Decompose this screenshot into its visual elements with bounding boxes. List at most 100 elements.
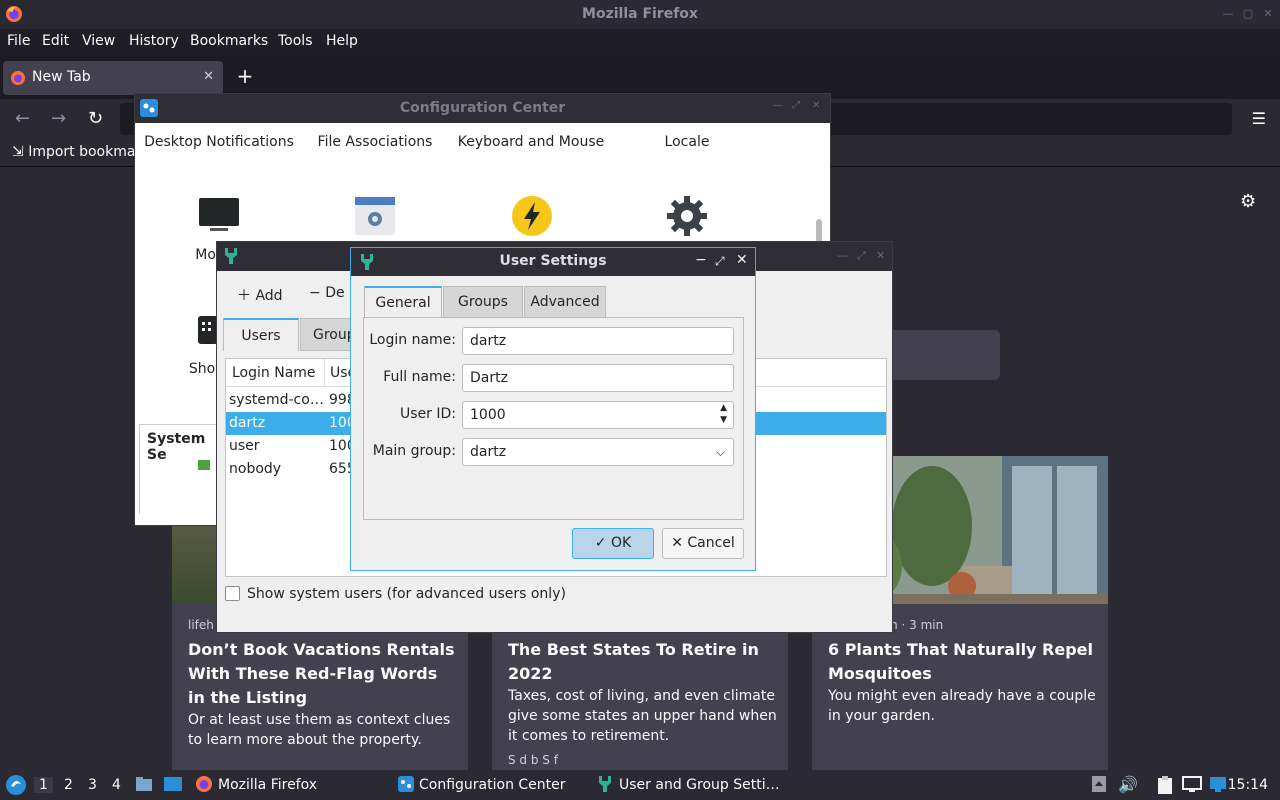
cc-section-label: System Se — [147, 431, 206, 463]
delete-user-button[interactable]: − De — [309, 285, 345, 301]
ug-minimize-icon[interactable]: — — [837, 249, 848, 262]
full-name-field[interactable]: Dartz — [462, 364, 734, 392]
ok-button[interactable]: ✓ OK — [572, 528, 654, 559]
tab-groups[interactable]: Groups — [443, 286, 523, 318]
user-settings-dialog: User Settings − ⤢ ✕ General Groups Advan… — [350, 247, 756, 571]
clipboard-icon[interactable] — [1156, 775, 1174, 795]
story-description: You might even already have a couple in … — [828, 688, 1096, 724]
cc-section-icon — [198, 460, 210, 470]
file-associations-icon[interactable] — [354, 196, 396, 236]
story-title: 6 Plants That Naturally Repel Mosquitoes — [828, 640, 1094, 683]
workspace-2[interactable]: 2 — [64, 777, 73, 793]
task-user-group-settings[interactable]: User and Group Setti… — [619, 777, 780, 793]
menu-history[interactable]: History — [129, 33, 179, 49]
cc-item-locale[interactable]: Locale — [609, 134, 765, 151]
taskbar: 1 2 3 4 Mozilla Firefox Configuration Ce… — [0, 770, 1280, 800]
checkbox-box[interactable] — [225, 586, 240, 601]
ug-maximize-icon[interactable]: ⤢ — [857, 249, 866, 263]
cancel-button[interactable]: ✕ Cancel — [662, 528, 744, 559]
show-desktop-icon[interactable] — [163, 775, 183, 793]
firefox-tab-icon — [11, 71, 25, 85]
user-settings-app-icon — [225, 248, 237, 264]
maximize-icon[interactable]: ▢ — [1241, 7, 1255, 21]
import-bookmarks-link[interactable]: ⇲ Import bookma — [12, 144, 135, 160]
story-sponsor: S d b S f — [508, 753, 558, 767]
cc-scrollbar-thumb[interactable] — [816, 219, 822, 243]
menu-help[interactable]: Help — [326, 33, 358, 49]
story-source: lifeh — [188, 618, 214, 632]
file-manager-icon[interactable] — [135, 775, 153, 793]
chevron-down-icon: ⌵ — [715, 445, 725, 459]
gear-icon[interactable] — [666, 195, 708, 237]
login-name-label: Login name: — [369, 332, 456, 348]
start-menu-icon[interactable] — [5, 774, 27, 796]
volume-icon[interactable]: 🔊 — [1118, 775, 1138, 794]
update-notifier-icon[interactable] — [1209, 775, 1227, 793]
column-login-name[interactable]: Login Name — [232, 365, 316, 381]
menu-edit[interactable]: Edit — [42, 33, 69, 49]
menu-bookmarks[interactable]: Bookmarks — [190, 33, 268, 49]
task-firefox[interactable]: Mozilla Firefox — [218, 777, 317, 793]
story-description: Or at least use them as context clues to… — [188, 712, 451, 748]
network-icon[interactable] — [1182, 775, 1202, 793]
cc-item-file-associations[interactable]: File Associations — [297, 134, 453, 151]
window-title: Mozilla Firefox — [582, 6, 698, 22]
forward-icon[interactable]: → — [51, 108, 66, 129]
keyboard-shortcuts-icon[interactable] — [198, 316, 218, 344]
menu-tools[interactable]: Tools — [278, 33, 313, 49]
tab-label: New Tab — [32, 69, 91, 85]
user-settings-task-icon — [599, 776, 611, 792]
story-title: Don’t Book Vacations Rentals With These … — [188, 640, 455, 707]
story-title: The Best States To Retire in 2022 — [508, 640, 759, 683]
workspace-3[interactable]: 3 — [88, 777, 97, 793]
us-minimize-icon[interactable]: − — [695, 252, 707, 268]
user-id-spinbox[interactable]: 1000 ▲ ▼ — [462, 401, 734, 429]
monitor-icon[interactable] — [198, 197, 240, 233]
us-close-icon[interactable]: ✕ — [736, 252, 748, 268]
tab-close-icon[interactable]: ✕ — [203, 69, 214, 84]
gear-icon[interactable]: ⚙ — [1240, 191, 1256, 212]
show-system-users-checkbox[interactable]: Show system users (for advanced users on… — [225, 586, 566, 602]
general-panel: Login name: dartz Full name: Dartz User … — [363, 317, 744, 520]
close-icon[interactable]: ✕ — [1261, 7, 1275, 21]
us-maximize-icon[interactable]: ⤢ — [715, 254, 725, 269]
add-user-button[interactable]: ＋ Add — [237, 285, 283, 305]
login-name-field[interactable]: dartz — [462, 327, 734, 355]
workspace-4[interactable]: 4 — [112, 777, 121, 793]
tab-advanced[interactable]: Advanced — [524, 286, 606, 318]
menu-file[interactable]: File — [7, 33, 30, 49]
menu-view[interactable]: View — [82, 33, 115, 49]
user-id-label: User ID: — [400, 406, 456, 422]
cc-section-frame: System Se — [139, 424, 219, 514]
story-description: Taxes, cost of living, and even climate … — [508, 688, 777, 744]
main-group-label: Main group: — [372, 443, 456, 459]
ug-close-icon[interactable]: ✕ — [876, 249, 885, 262]
tab-general[interactable]: General — [364, 286, 442, 318]
cc-maximize-icon[interactable]: ⤢ — [792, 100, 800, 111]
tray-arrow-icon[interactable] — [1091, 775, 1107, 793]
minimize-icon[interactable]: — — [1221, 7, 1235, 21]
menu-bar: File Edit View History Bookmarks Tools H… — [0, 29, 1280, 55]
cc-item-keyboard-mouse[interactable]: Keyboard and Mouse — [453, 134, 609, 151]
firefox-task-icon — [196, 776, 212, 792]
new-tab-button[interactable]: + — [234, 65, 256, 87]
cc-minimize-icon[interactable]: — — [773, 100, 783, 111]
main-group-select[interactable]: dartz ⌵ — [462, 438, 734, 466]
cc-close-icon[interactable]: ✕ — [812, 100, 820, 111]
firefox-titlebar: Mozilla Firefox — ▢ ✕ — [0, 0, 1280, 29]
workspace-1[interactable]: 1 — [34, 777, 53, 793]
tab-users[interactable]: Users — [223, 318, 299, 351]
clock: 15:14 — [1227, 777, 1268, 793]
full-name-label: Full name: — [383, 369, 456, 385]
cc-title: Configuration Center — [399, 100, 566, 116]
cc-titlebar: Configuration Center — ⤢ ✕ — [135, 94, 830, 123]
tab-new-tab[interactable]: New Tab ✕ — [3, 61, 223, 95]
task-configuration-center[interactable]: Configuration Center — [419, 777, 566, 793]
hamburger-menu-icon[interactable]: ☰ — [1252, 109, 1266, 128]
us-titlebar: User Settings − ⤢ ✕ — [351, 248, 755, 276]
back-icon[interactable]: ← — [15, 108, 30, 129]
lightning-icon[interactable] — [511, 195, 553, 237]
spin-arrows-icon[interactable]: ▲ ▼ — [720, 402, 727, 426]
reload-icon[interactable]: ↻ — [88, 108, 103, 129]
cc-item-desktop-notifications[interactable]: Desktop Notifications — [141, 134, 297, 151]
